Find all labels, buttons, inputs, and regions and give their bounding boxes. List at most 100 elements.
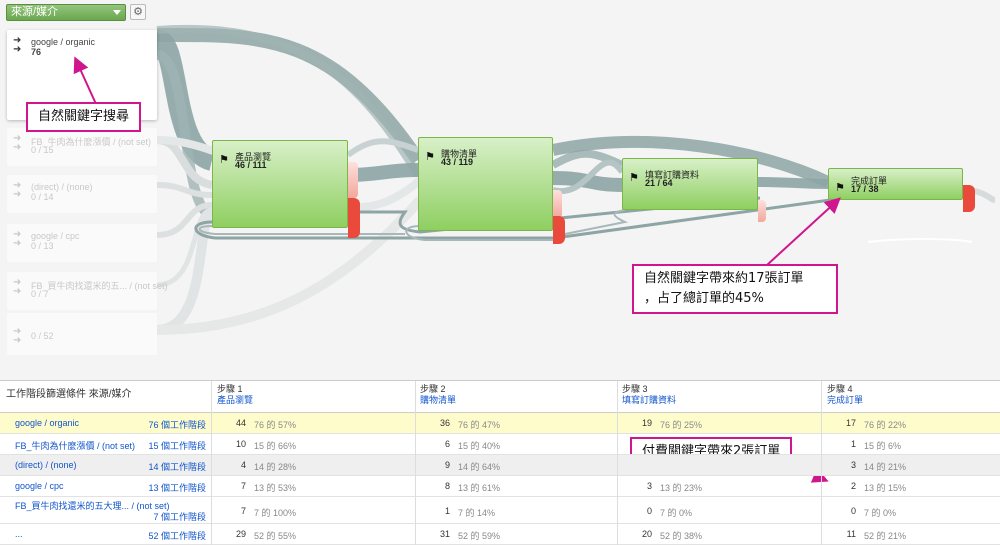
stage-count: 17 / 38 [851,184,879,194]
table-row: (direct) / (none) 14 個工作階段 4 14 的 28% 9 14 的 … [0,455,1000,476]
stage-dropoff-partial [553,190,562,218]
row-dimension-link[interactable]: FB_牛肉為什麼漲價 / (not set) [15,439,135,452]
row-session-count: 76 個工作階段 [148,420,206,430]
dimension-select[interactable]: 來源/媒介 [6,4,126,21]
step-value: 11 [846,529,856,539]
step-percentage: 14 的 64% [458,462,501,472]
source-node-fb-reasons[interactable]: ➜ ➜ FB_買牛肉找還米的五... / (not set) 0 / 7 [7,272,168,310]
row-session-count: 7 個工作階段 [153,512,206,522]
row-dimension-link[interactable]: FB_買牛肉找還米的五大理... / (not set) [15,499,170,512]
stage-dropoff[interactable] [963,185,975,212]
step-value: 17 [845,418,856,428]
source-node-count: 0 / 52 [31,331,54,341]
stage-dropoff-partial [758,200,766,222]
flag-icon: ⚑ [425,151,435,163]
step-header-2: 步驟 2 購物清單 [420,384,456,406]
row-session-count: 14 個工作階段 [148,462,206,472]
chevron-down-icon [113,10,121,15]
row-session-count: 52 個工作階段 [148,531,206,541]
step-value: 0 [646,506,652,516]
step-percentage: 13 的 15% [864,483,907,493]
step-percentage: 13 的 53% [254,483,297,493]
step-value: 19 [641,418,652,428]
step-header-1: 步驟 1 產品瀏覽 [217,384,253,406]
step-number: 步驟 2 [420,384,446,394]
step-percentage: 14 的 28% [254,462,297,472]
step-percentage: 7 的 100% [254,508,297,518]
stage-count: 46 / 111 [235,160,267,170]
funnel-stage-product-view[interactable]: ⚑ 產品瀏覽 46 / 111 [212,140,348,228]
step-percentage: 13 的 61% [458,483,501,493]
dimension-select-label: 來源/媒介 [11,6,59,18]
column-divider [211,381,212,545]
step-value: 1 [850,439,856,449]
step-value: 9 [444,460,450,470]
step-value: 4 [240,460,246,470]
step-name-link[interactable]: 購物清單 [420,395,456,406]
step-value: 0 [850,506,856,516]
step-value: 8 [444,481,450,491]
table-row: ... 52 個工作階段 29 52 的 55% 31 52 的 59% 20 52 的 38… [0,524,1000,545]
step-percentage: 13 的 23% [660,483,703,493]
entrance-arrow-icon: ➜ ➜ [13,326,22,346]
step-value: 31 [439,529,450,539]
step-value: 3 [646,481,652,491]
column-divider [415,381,416,545]
step-number: 步驟 3 [622,384,648,394]
table-row: FB_買牛肉找還米的五大理... / (not set) 7 個工作階段 7 7 的 … [0,497,1000,524]
row-dimension-link[interactable]: (direct) / (none) [15,460,77,470]
step-name-link[interactable]: 完成訂單 [827,395,863,406]
funnel-stage-shopping-list[interactable]: ⚑ 購物清單 43 / 119 [418,137,553,231]
gear-icon[interactable]: ⚙ [130,4,146,20]
annotation-organic: 自然關鍵字搜尋 [26,102,142,132]
source-node-google-cpc[interactable]: ➜ ➜ google / cpc 0 / 13 [7,224,157,262]
column-divider [617,381,618,545]
funnel-stage-order-form[interactable]: ⚑ 填寫訂購資料 21 / 64 [622,158,758,210]
source-node-count: 0 / 15 [31,145,54,155]
step-value: 20 [641,529,652,539]
table-row: google / organic 76 個工作階段 44 76 的 57% 36 76 的… [0,413,1000,434]
step-value: 2 [850,481,856,491]
step-name-link[interactable]: 填寫訂購資料 [622,395,676,406]
stage-count: 43 / 119 [441,157,474,167]
step-value: 7 [240,481,246,491]
source-node-fb-price[interactable]: ➜ ➜ FB_牛肉為什麼漲價 / (not set) 0 / 15 [7,128,157,166]
step-percentage: 14 的 21% [864,462,907,472]
source-node-count: 0 / 13 [31,241,54,251]
funnel-stage-order-complete[interactable]: ⚑ 完成訂單 17 / 38 [828,168,963,200]
table-row: FB_牛肉為什麼漲價 / (not set) 15 個工作階段 10 15 的 66%… [0,434,1000,455]
table-header: 工作階段篩選條件 來源/媒介 步驟 1 產品瀏覽 步驟 2 購物清單 步驟 3 … [0,381,1000,413]
step-value: 1 [444,506,450,516]
annotation-text: 自然關鍵字帶來約17張訂單 [644,271,804,286]
source-node-name: google / cpc [31,231,80,241]
row-session-count: 13 個工作階段 [148,483,206,493]
stage-dropoff[interactable] [553,216,565,244]
step-name-link[interactable]: 產品瀏覽 [217,395,253,406]
source-node-count: 0 / 7 [31,289,49,299]
source-node-count: 76 [31,47,42,57]
step-percentage: 76 的 47% [458,420,501,430]
step-percentage: 7 的 0% [660,508,693,518]
funnel-visualization: 來源/媒介 ⚙ ➜ ➜ google / organic 76 ➜ ➜ FB_牛肉為… [0,0,1000,380]
entrance-arrow-icon: ➜ ➜ [13,277,22,297]
stage-dropoff[interactable] [348,198,360,238]
step-value: 3 [850,460,856,470]
row-dimension-link[interactable]: google / cpc [15,481,64,491]
dimension-column-header: 工作階段篩選條件 來源/媒介 [6,389,132,400]
step-percentage: 52 的 38% [660,531,703,541]
step-percentage: 76 的 25% [660,420,703,430]
entrance-arrow-icon: ➜ ➜ [13,180,22,200]
source-node-name: google / organic [31,37,96,47]
row-dimension-link[interactable]: google / organic [15,418,79,428]
row-dimension-link[interactable]: ... [15,529,23,539]
stage-dropoff-partial [348,162,358,198]
flag-icon: ⚑ [629,172,639,184]
step-header-3: 步驟 3 填寫訂購資料 [622,384,676,406]
step-percentage: 15 的 66% [254,441,297,451]
source-node-count: 0 / 14 [31,192,54,202]
source-node-direct[interactable]: ➜ ➜ (direct) / (none) 0 / 14 [7,175,157,213]
source-node-other[interactable]: ➜ ➜ 0 / 52 [7,313,157,355]
row-session-count: 15 個工作階段 [148,441,206,451]
step-value: 36 [439,418,450,428]
flag-icon: ⚑ [219,154,229,166]
